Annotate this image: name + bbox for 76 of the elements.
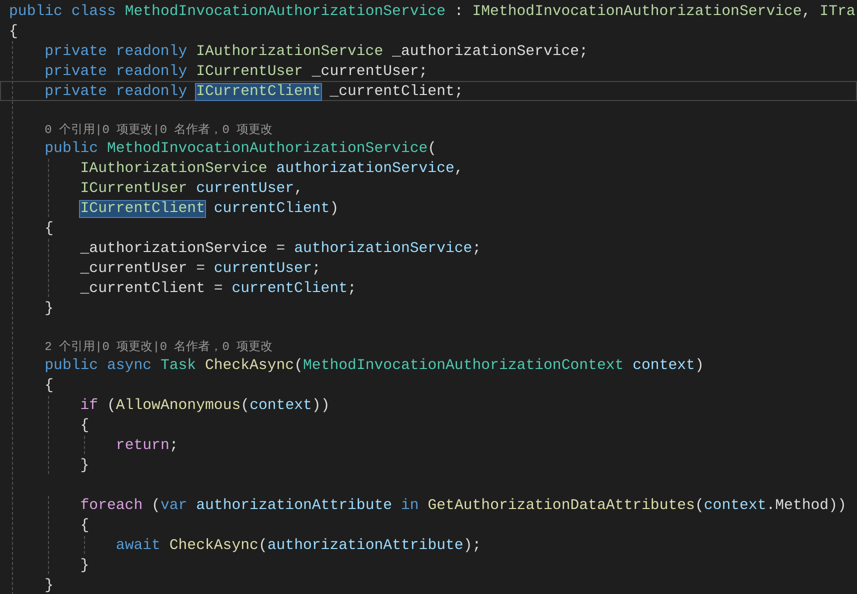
code-token: private readonly — [44, 64, 188, 80]
code-token: } — [44, 578, 54, 594]
code-token: } — [80, 458, 90, 474]
code-token: : — [453, 4, 464, 20]
code-token: ( — [428, 141, 437, 157]
code-token: return — [116, 438, 170, 454]
code-token: ; — [312, 261, 321, 277]
codelens-info[interactable]: 2 个引用|0 项更改|0 名作者，0 项更改 — [44, 340, 273, 354]
code-token: IAuthorizationService — [196, 44, 384, 60]
code-token: in — [400, 498, 419, 514]
code-token: if — [80, 398, 98, 414]
codelens-info[interactable]: 0 个引用|0 项更改|0 名作者，0 项更改 — [44, 123, 273, 137]
code-token: ( — [240, 398, 250, 414]
code-token: { — [80, 518, 90, 534]
code-token: currentUser — [195, 181, 294, 197]
code-token: , — [294, 181, 303, 197]
code-token: Task — [160, 358, 196, 374]
code-token: await — [116, 538, 162, 554]
code-token: _currentClient = — [80, 281, 224, 297]
highlighted-reference: ICurrentClient — [196, 84, 321, 100]
code-token: context — [704, 498, 766, 514]
code-token: MethodInvocationAuthorizationContext — [303, 358, 624, 374]
code-token: var — [160, 498, 188, 514]
code-token: context — [250, 398, 312, 414]
code-token: )) — [312, 398, 330, 414]
code-token: ) — [330, 201, 339, 217]
code-token: CheckAsync — [204, 358, 294, 374]
code-token: authorizationService — [275, 161, 454, 177]
code-token: ( — [150, 498, 160, 514]
code-token: currentUser — [214, 261, 312, 277]
code-token: _currentClient; — [328, 84, 464, 100]
code-token: .Method)) — [766, 498, 846, 514]
code-token: currentClient — [232, 281, 348, 297]
code-token: private readonly — [44, 84, 188, 100]
code-token: ); — [463, 538, 482, 554]
code-token: , — [802, 4, 812, 20]
code-token: , — [454, 161, 464, 177]
code-token: _currentUser = — [80, 261, 206, 277]
code-token: context — [632, 358, 695, 374]
code-token: ; — [348, 281, 356, 297]
code-token: currentClient — [212, 201, 330, 217]
code-token: ( — [106, 398, 116, 414]
code-token: { — [80, 418, 90, 434]
code-token: MethodInvocationAuthorizationService — [124, 4, 446, 20]
code-token: _currentUser; — [310, 64, 428, 80]
code-token: GetAuthorizationDataAttributes — [426, 498, 695, 514]
code-token: foreach — [80, 498, 143, 514]
code-token: ) — [694, 358, 704, 374]
code-token: { — [9, 24, 18, 40]
code-token: _authorizationService = — [80, 241, 286, 257]
code-token: } — [44, 301, 54, 317]
code-token: authorizationAttribute — [195, 498, 392, 514]
highlighted-reference: ICurrentClient — [80, 201, 205, 217]
code-token: private readonly — [44, 44, 188, 60]
code-token: ( — [258, 538, 268, 554]
code-token: _authorizationService; — [391, 44, 588, 60]
code-token: ITra — [820, 4, 856, 20]
code-token: IAuthorizationService — [80, 161, 268, 177]
code-token: public — [44, 141, 100, 157]
code-token: ( — [294, 358, 303, 374]
code-token: public class — [9, 4, 117, 20]
code-token: MethodInvocationAuthorizationService — [106, 141, 428, 157]
code-token: { — [44, 221, 54, 237]
code-token: AllowAnonymous — [116, 398, 241, 414]
code-token: authorizationService — [294, 241, 472, 257]
code-token: IMethodInvocationAuthorizationService — [472, 4, 802, 20]
code-token: ( — [694, 498, 704, 514]
code-token: public async — [44, 358, 153, 374]
code-token: ; — [472, 241, 482, 257]
code-token: ; — [169, 438, 178, 454]
code-token: ICurrentUser — [196, 64, 303, 80]
code-token: CheckAsync — [169, 538, 258, 554]
code-token: { — [44, 378, 54, 394]
code-token: authorizationAttribute — [267, 538, 464, 554]
code-token: } — [80, 558, 90, 574]
code-token: ICurrentUser — [80, 181, 188, 197]
